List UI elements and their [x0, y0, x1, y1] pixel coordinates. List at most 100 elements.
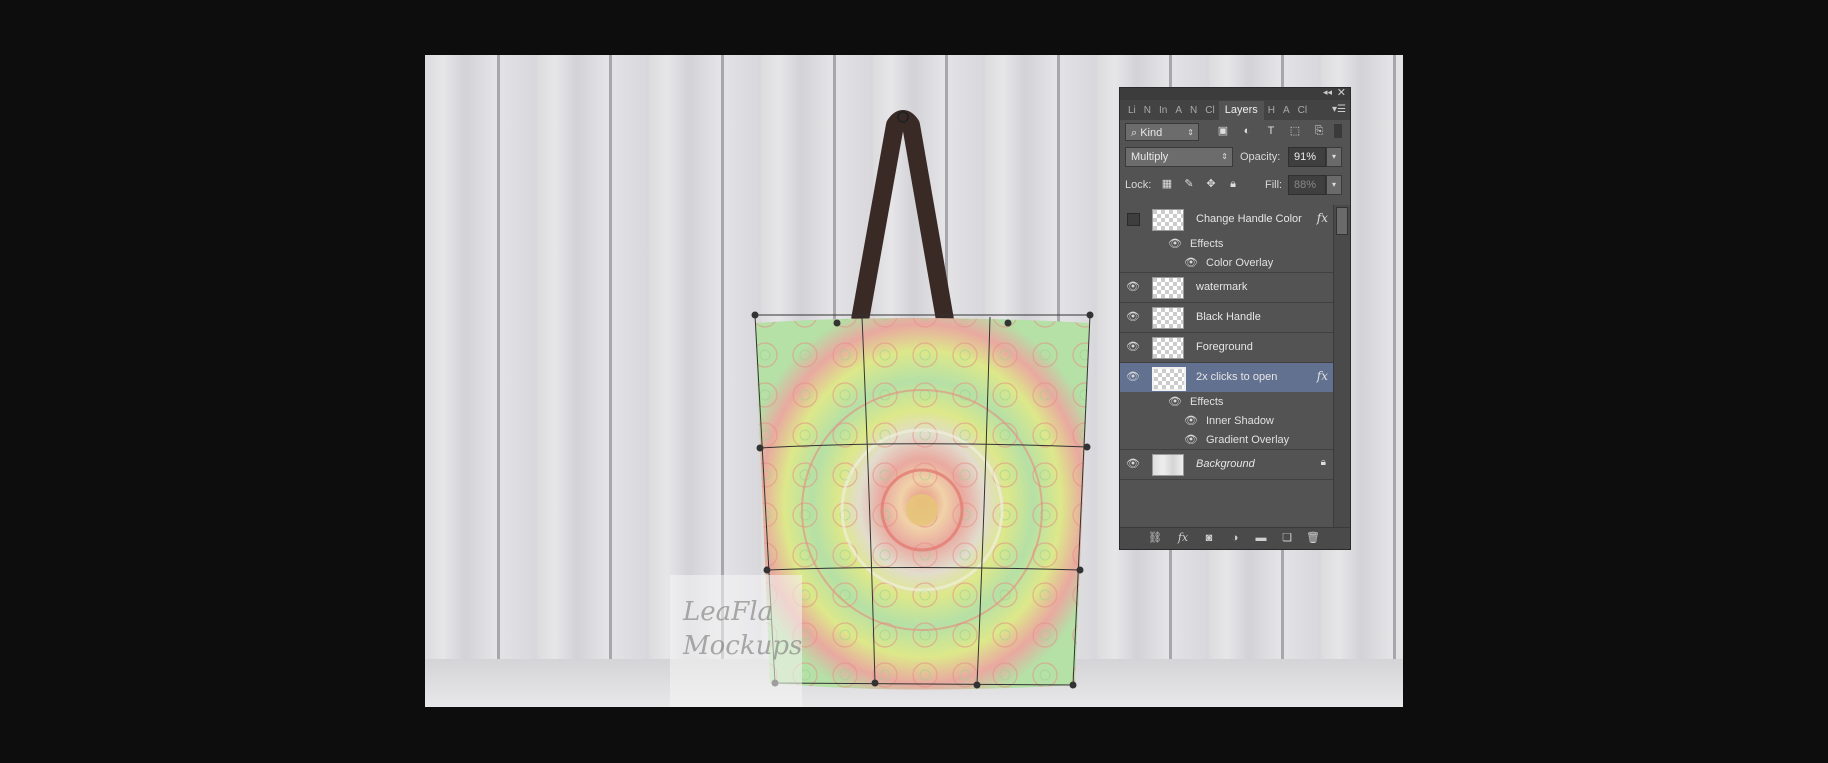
collapse-icon[interactable]: ◂◂	[1323, 87, 1332, 98]
layer-2x-clicks-to-open[interactable]: 👁︎ 2x clicks to open fx	[1120, 363, 1334, 392]
eye-icon[interactable]: 👁︎	[1168, 238, 1182, 250]
layer-thumbnail	[1152, 277, 1184, 299]
layer-name[interactable]: Black Handle	[1196, 311, 1261, 323]
watermark-text: LeaFla Mockups	[683, 595, 803, 663]
type-filter-icon[interactable]: T	[1264, 124, 1278, 138]
fill-label: Fill:	[1265, 179, 1283, 191]
lock-all-icon[interactable]: 🔒︎	[1226, 177, 1240, 191]
tab-channels[interactable]: Cl	[1294, 105, 1311, 120]
panel-title-bar[interactable]: ◂◂ ✕	[1120, 86, 1350, 100]
tab-clone[interactable]: Cl	[1201, 105, 1218, 120]
eye-icon[interactable]: 👁︎	[1126, 371, 1140, 383]
layer-name[interactable]: Foreground	[1196, 341, 1253, 353]
lock-brush-icon[interactable]: ✎	[1182, 177, 1196, 191]
eye-icon[interactable]: 👁︎	[1126, 341, 1140, 353]
adjustment-filter-icon[interactable]: ◐	[1240, 124, 1254, 138]
opacity-label: Opacity:	[1240, 151, 1281, 163]
layer-thumbnail	[1152, 367, 1186, 391]
effects-label: Effects	[1190, 238, 1224, 250]
adjustment-icon[interactable]: ◑	[1226, 531, 1244, 545]
image-filter-icon[interactable]: ▣	[1216, 124, 1230, 138]
close-icon[interactable]: ✕	[1337, 86, 1346, 99]
folder-icon[interactable]: ▬	[1252, 531, 1270, 545]
filter-kind-select[interactable]: ⌕ Kind ⇕	[1125, 123, 1199, 141]
layer-black-handle[interactable]: 👁︎ Black Handle	[1120, 303, 1334, 333]
eye-icon[interactable]: 👁︎	[1168, 396, 1182, 408]
watermark-line-2: Mockups	[683, 631, 803, 661]
tab-actions[interactable]: A	[1171, 105, 1186, 120]
layer-name[interactable]: Change Handle Color	[1196, 213, 1302, 225]
link-icon[interactable]: ⛓︎	[1146, 531, 1164, 545]
fill-dropdown-icon[interactable]: ▾	[1326, 175, 1342, 195]
effects-label: Effects	[1190, 396, 1224, 408]
updown-icon: ⇕	[1221, 152, 1228, 161]
layer-thumbnail	[1152, 337, 1184, 359]
fx-icon[interactable]: fx	[1174, 531, 1192, 545]
panel-tabs: Li N In A N Cl Layers H A Cl ▾☰	[1120, 100, 1350, 120]
panel-menu-icon[interactable]: ▾☰	[1332, 104, 1346, 115]
tab-navigator[interactable]: N	[1140, 105, 1155, 120]
fx-icon[interactable]: fx	[1317, 369, 1328, 383]
effect-inner-shadow[interactable]: 👁︎ Inner Shadow	[1120, 411, 1334, 430]
layer-background[interactable]: 👁︎ Background 🔒︎	[1120, 450, 1334, 480]
scrollbar-thumb[interactable]	[1336, 207, 1348, 235]
blend-mode-select[interactable]: Multiply ⇕	[1125, 147, 1233, 167]
lock-row: Lock: ▦ ✎ ✥ 🔒︎ Fill: 88% ▾	[1120, 172, 1350, 200]
smartobject-filter-icon[interactable]: ⎘	[1312, 124, 1326, 138]
trash-icon[interactable]: 🗑︎	[1304, 531, 1322, 545]
eye-icon[interactable]: 👁︎	[1126, 281, 1140, 293]
visibility-toggle-off[interactable]	[1127, 213, 1140, 226]
layer-change-handle-color[interactable]: Change Handle Color fx	[1120, 205, 1334, 234]
blend-row: Multiply ⇕ Opacity: 91% ▾	[1120, 144, 1350, 172]
tab-history[interactable]: H	[1264, 105, 1279, 120]
layer-thumbnail	[1152, 209, 1184, 231]
new-layer-icon[interactable]: ❏	[1278, 531, 1296, 545]
effect-gradient-overlay[interactable]: 👁︎ Gradient Overlay	[1120, 430, 1334, 450]
effects-row[interactable]: 👁︎ Effects	[1120, 234, 1334, 253]
layers-scrollbar[interactable]	[1333, 205, 1350, 530]
tab-adjustments[interactable]: A	[1279, 105, 1294, 120]
blend-mode-value: Multiply	[1131, 151, 1169, 163]
layer-thumbnail	[1152, 454, 1184, 476]
shape-filter-icon[interactable]: ⬚	[1288, 124, 1302, 138]
opacity-value: 91%	[1294, 151, 1317, 163]
filter-row: ⌕ Kind ⇕ ▣ ◐ T ⬚ ⎘	[1120, 120, 1350, 144]
eye-icon[interactable]: 👁︎	[1126, 311, 1140, 323]
fx-icon[interactable]: fx	[1317, 211, 1328, 225]
fill-field[interactable]: 88%	[1288, 175, 1326, 195]
panel-footer: ⛓︎ fx ◙ ◑ ▬ ❏ 🗑︎	[1120, 527, 1350, 549]
filter-kind-value: Kind	[1140, 127, 1163, 139]
eye-icon[interactable]: 👁︎	[1184, 257, 1198, 269]
effect-color-overlay[interactable]: 👁︎ Color Overlay	[1120, 253, 1334, 273]
lock-transparent-icon[interactable]: ▦	[1160, 177, 1174, 191]
filter-toggle[interactable]	[1334, 124, 1342, 138]
effect-label: Gradient Overlay	[1206, 434, 1290, 446]
layer-name[interactable]: watermark	[1196, 281, 1247, 293]
lock-position-icon[interactable]: ✥	[1204, 177, 1218, 191]
tab-libraries[interactable]: Li	[1124, 105, 1140, 120]
eye-icon[interactable]: 👁︎	[1184, 415, 1198, 427]
layer-watermark[interactable]: 👁︎ watermark	[1120, 273, 1334, 303]
effect-label: Inner Shadow	[1206, 415, 1274, 427]
watermark-line-1: LeaFla	[683, 597, 774, 627]
layers-list: Change Handle Color fx 👁︎ Effects 👁︎ Col…	[1120, 205, 1334, 480]
tab-notes[interactable]: N	[1186, 105, 1201, 120]
lock-icon: 🔒︎	[1320, 457, 1326, 468]
layer-foreground[interactable]: 👁︎ Foreground	[1120, 333, 1334, 363]
effects-row[interactable]: 👁︎ Effects	[1120, 392, 1334, 411]
fill-value: 88%	[1294, 179, 1317, 191]
eye-icon[interactable]: 👁︎	[1184, 434, 1198, 446]
tab-layers[interactable]: Layers	[1218, 101, 1264, 120]
layers-panel[interactable]: ◂◂ ✕ Li N In A N Cl Layers H A Cl ▾☰ ⌕ K…	[1119, 87, 1351, 550]
layer-name[interactable]: 2x clicks to open	[1196, 371, 1277, 383]
opacity-dropdown-icon[interactable]: ▾	[1326, 147, 1342, 167]
eye-icon[interactable]: 👁︎	[1126, 458, 1140, 470]
mask-icon[interactable]: ◙	[1200, 531, 1218, 545]
lock-label: Lock:	[1125, 179, 1152, 191]
tab-info[interactable]: In	[1155, 105, 1171, 120]
search-icon: ⌕	[1131, 127, 1141, 139]
layer-thumbnail	[1152, 307, 1184, 329]
opacity-field[interactable]: 91%	[1288, 147, 1326, 167]
layer-name[interactable]: Background	[1196, 458, 1255, 470]
updown-icon: ⇕	[1187, 128, 1194, 137]
